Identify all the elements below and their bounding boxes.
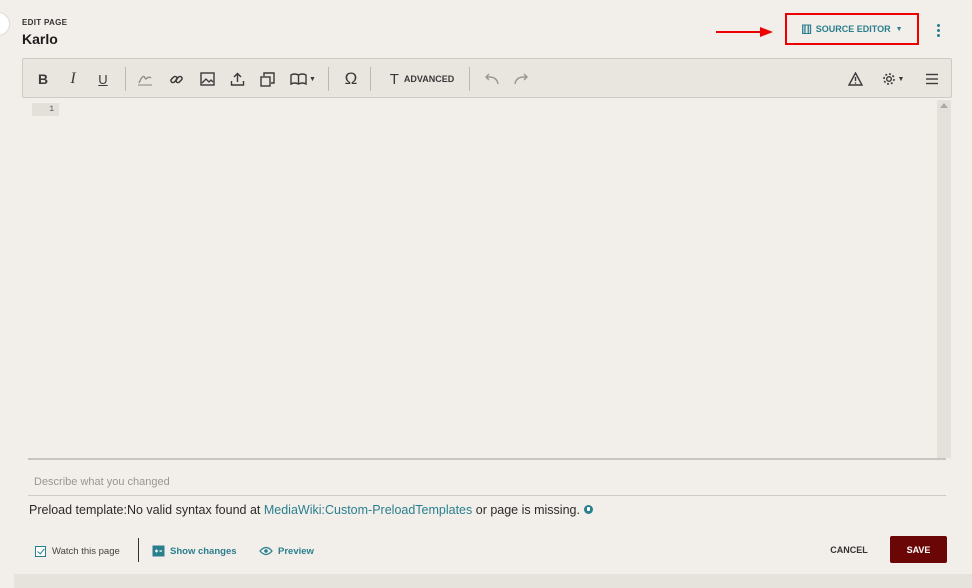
preload-prefix: Preload template:No valid syntax found a… [29, 503, 264, 517]
page-title: Karlo [22, 31, 58, 47]
source-brackets-icon: [[]] [801, 23, 811, 35]
menu-icon[interactable] [922, 67, 942, 91]
chevron-down-icon: ▼ [897, 75, 905, 83]
cancel-button[interactable]: CANCEL [820, 540, 878, 560]
edit-summary-field [28, 470, 952, 496]
italic-button[interactable]: I [65, 67, 81, 91]
link-icon[interactable] [166, 67, 186, 91]
preload-suffix: or page is missing. [472, 503, 580, 517]
preload-templates-link[interactable]: MediaWiki:Custom-PreloadTemplates [264, 503, 472, 517]
preview-button[interactable]: Preview [259, 540, 314, 562]
undo-icon[interactable] [481, 67, 501, 91]
footer-divider [138, 538, 139, 562]
edit-page-label: EDIT PAGE [22, 18, 68, 27]
source-text-area[interactable]: 1 [28, 100, 938, 458]
preview-label: Preview [278, 545, 314, 557]
warning-icon[interactable] [845, 67, 865, 91]
advanced-button[interactable]: T ADVANCED [385, 67, 459, 91]
reference-icon[interactable]: ▼ [288, 67, 318, 91]
edit-summary-input[interactable] [28, 470, 952, 494]
chevron-down-icon: ▼ [895, 25, 903, 33]
gallery-icon[interactable] [257, 67, 277, 91]
bold-button[interactable]: B [35, 67, 51, 91]
scroll-up-icon[interactable] [940, 103, 948, 108]
show-changes-button[interactable]: Show changes [152, 540, 237, 562]
editor-toolbar: B I U ▼ Ω T ADVANCED ▼ [22, 58, 952, 98]
editor-divider [28, 458, 946, 460]
source-editor-button[interactable]: [[]] SOURCE EDITOR ▼ [785, 13, 919, 45]
gear-icon[interactable]: ▼ [878, 67, 908, 91]
diff-icon [152, 545, 165, 557]
redo-icon[interactable] [511, 67, 531, 91]
annotation-arrow-icon [716, 27, 773, 37]
bottom-bar [14, 574, 972, 588]
image-icon[interactable] [197, 67, 217, 91]
editor-scrollbar[interactable] [937, 100, 951, 458]
watch-label: Watch this page [52, 545, 120, 557]
special-character-button[interactable]: Ω [341, 67, 361, 91]
side-panel-toggle[interactable] [0, 12, 10, 36]
line-number: 1 [32, 103, 59, 116]
chevron-down-icon: ▼ [309, 75, 316, 83]
info-icon[interactable] [583, 505, 593, 515]
watch-page-option[interactable]: Watch this page [35, 540, 120, 562]
more-options-icon[interactable] [932, 22, 944, 38]
preload-template-notice: Preload template:No valid syntax found a… [29, 503, 593, 517]
watch-checkbox[interactable] [35, 545, 46, 557]
source-editor-label: SOURCE EDITOR [815, 24, 891, 34]
eye-icon [259, 546, 273, 556]
underline-button[interactable]: U [95, 67, 111, 91]
text-style-icon: T [389, 70, 399, 88]
signature-icon[interactable] [135, 67, 155, 91]
save-button[interactable]: SAVE [890, 536, 947, 563]
upload-icon[interactable] [227, 67, 247, 91]
show-changes-label: Show changes [170, 545, 237, 557]
advanced-label: ADVANCED [403, 74, 455, 84]
